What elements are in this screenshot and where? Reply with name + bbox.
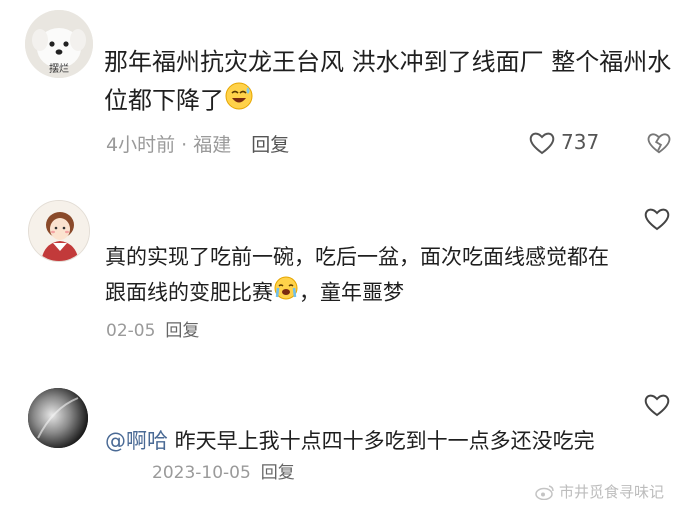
comment-3-mention-link[interactable]: @啊哈 xyxy=(105,429,168,453)
avatar-comment-2[interactable] xyxy=(28,200,90,262)
cartoon-girl-avatar-icon xyxy=(29,201,89,261)
white-dog-avatar-icon: 摆烂 xyxy=(25,10,93,78)
comment-1-like-button[interactable] xyxy=(528,130,556,160)
watermark-text: 市井觅食寻味记 xyxy=(559,483,665,501)
dark-feather-avatar-icon xyxy=(28,388,88,448)
comment-1-meta: 4小时前 · 福建 回复 xyxy=(106,134,290,156)
comment-1-body: 那年福州抗灾龙王台风 洪水冲到了线面厂 整个福州水位都下降了 xyxy=(104,48,672,115)
watermark: 市井觅食寻味记 xyxy=(535,481,664,502)
comment-1-time: 4小时前 xyxy=(106,134,176,156)
avatar-sticker-text: 摆烂 xyxy=(49,62,69,75)
broken-heart-icon xyxy=(647,133,671,154)
comment-3-body: 昨天早上我十点四十多吃到十一点多还没吃完 xyxy=(168,429,595,453)
comment-1-like-count: 737 xyxy=(561,130,600,154)
heart-outline-icon xyxy=(644,394,670,417)
crying-emoji-icon xyxy=(273,275,299,312)
comment-1-text: 那年福州抗灾龙王台风 洪水冲到了线面厂 整个福州水位都下降了 xyxy=(104,43,674,122)
comment-1-reply-button[interactable]: 回复 xyxy=(251,134,289,156)
comment-1-dislike-button[interactable] xyxy=(646,130,672,160)
comment-3-like-button[interactable] xyxy=(643,392,671,422)
comment-3-meta: 2023-10-05 回复 xyxy=(152,458,295,483)
avatar-comment-3[interactable] xyxy=(28,388,88,448)
heart-outline-icon xyxy=(644,208,670,231)
comment-2-body-end: ，童年噩梦 xyxy=(299,280,404,305)
comment-3-date: 2023-10-05 xyxy=(152,463,251,483)
laughing-sweat-emoji-icon xyxy=(224,81,254,122)
comment-3-reply-button[interactable]: 回复 xyxy=(261,463,295,483)
comment-2-reply-button[interactable]: 回复 xyxy=(165,321,199,341)
comment-2-like-button[interactable] xyxy=(643,206,671,236)
comment-2-date: 02-05 xyxy=(106,321,156,341)
comment-3-text: @啊哈 昨天早上我十点四十多吃到十一点多还没吃完 xyxy=(105,424,665,459)
heart-outline-icon xyxy=(529,132,555,155)
avatar-comment-1[interactable]: 摆烂 xyxy=(25,10,93,78)
comment-2-text: 真的实现了吃前一碗，吃后一盆，面次吃面线感觉都在跟面线的变肥比赛 ，童年噩梦 xyxy=(105,240,625,312)
comment-1-location: 福建 xyxy=(193,134,232,156)
comment-2-meta: 02-05 回复 xyxy=(106,316,199,341)
weibo-icon xyxy=(535,484,554,500)
